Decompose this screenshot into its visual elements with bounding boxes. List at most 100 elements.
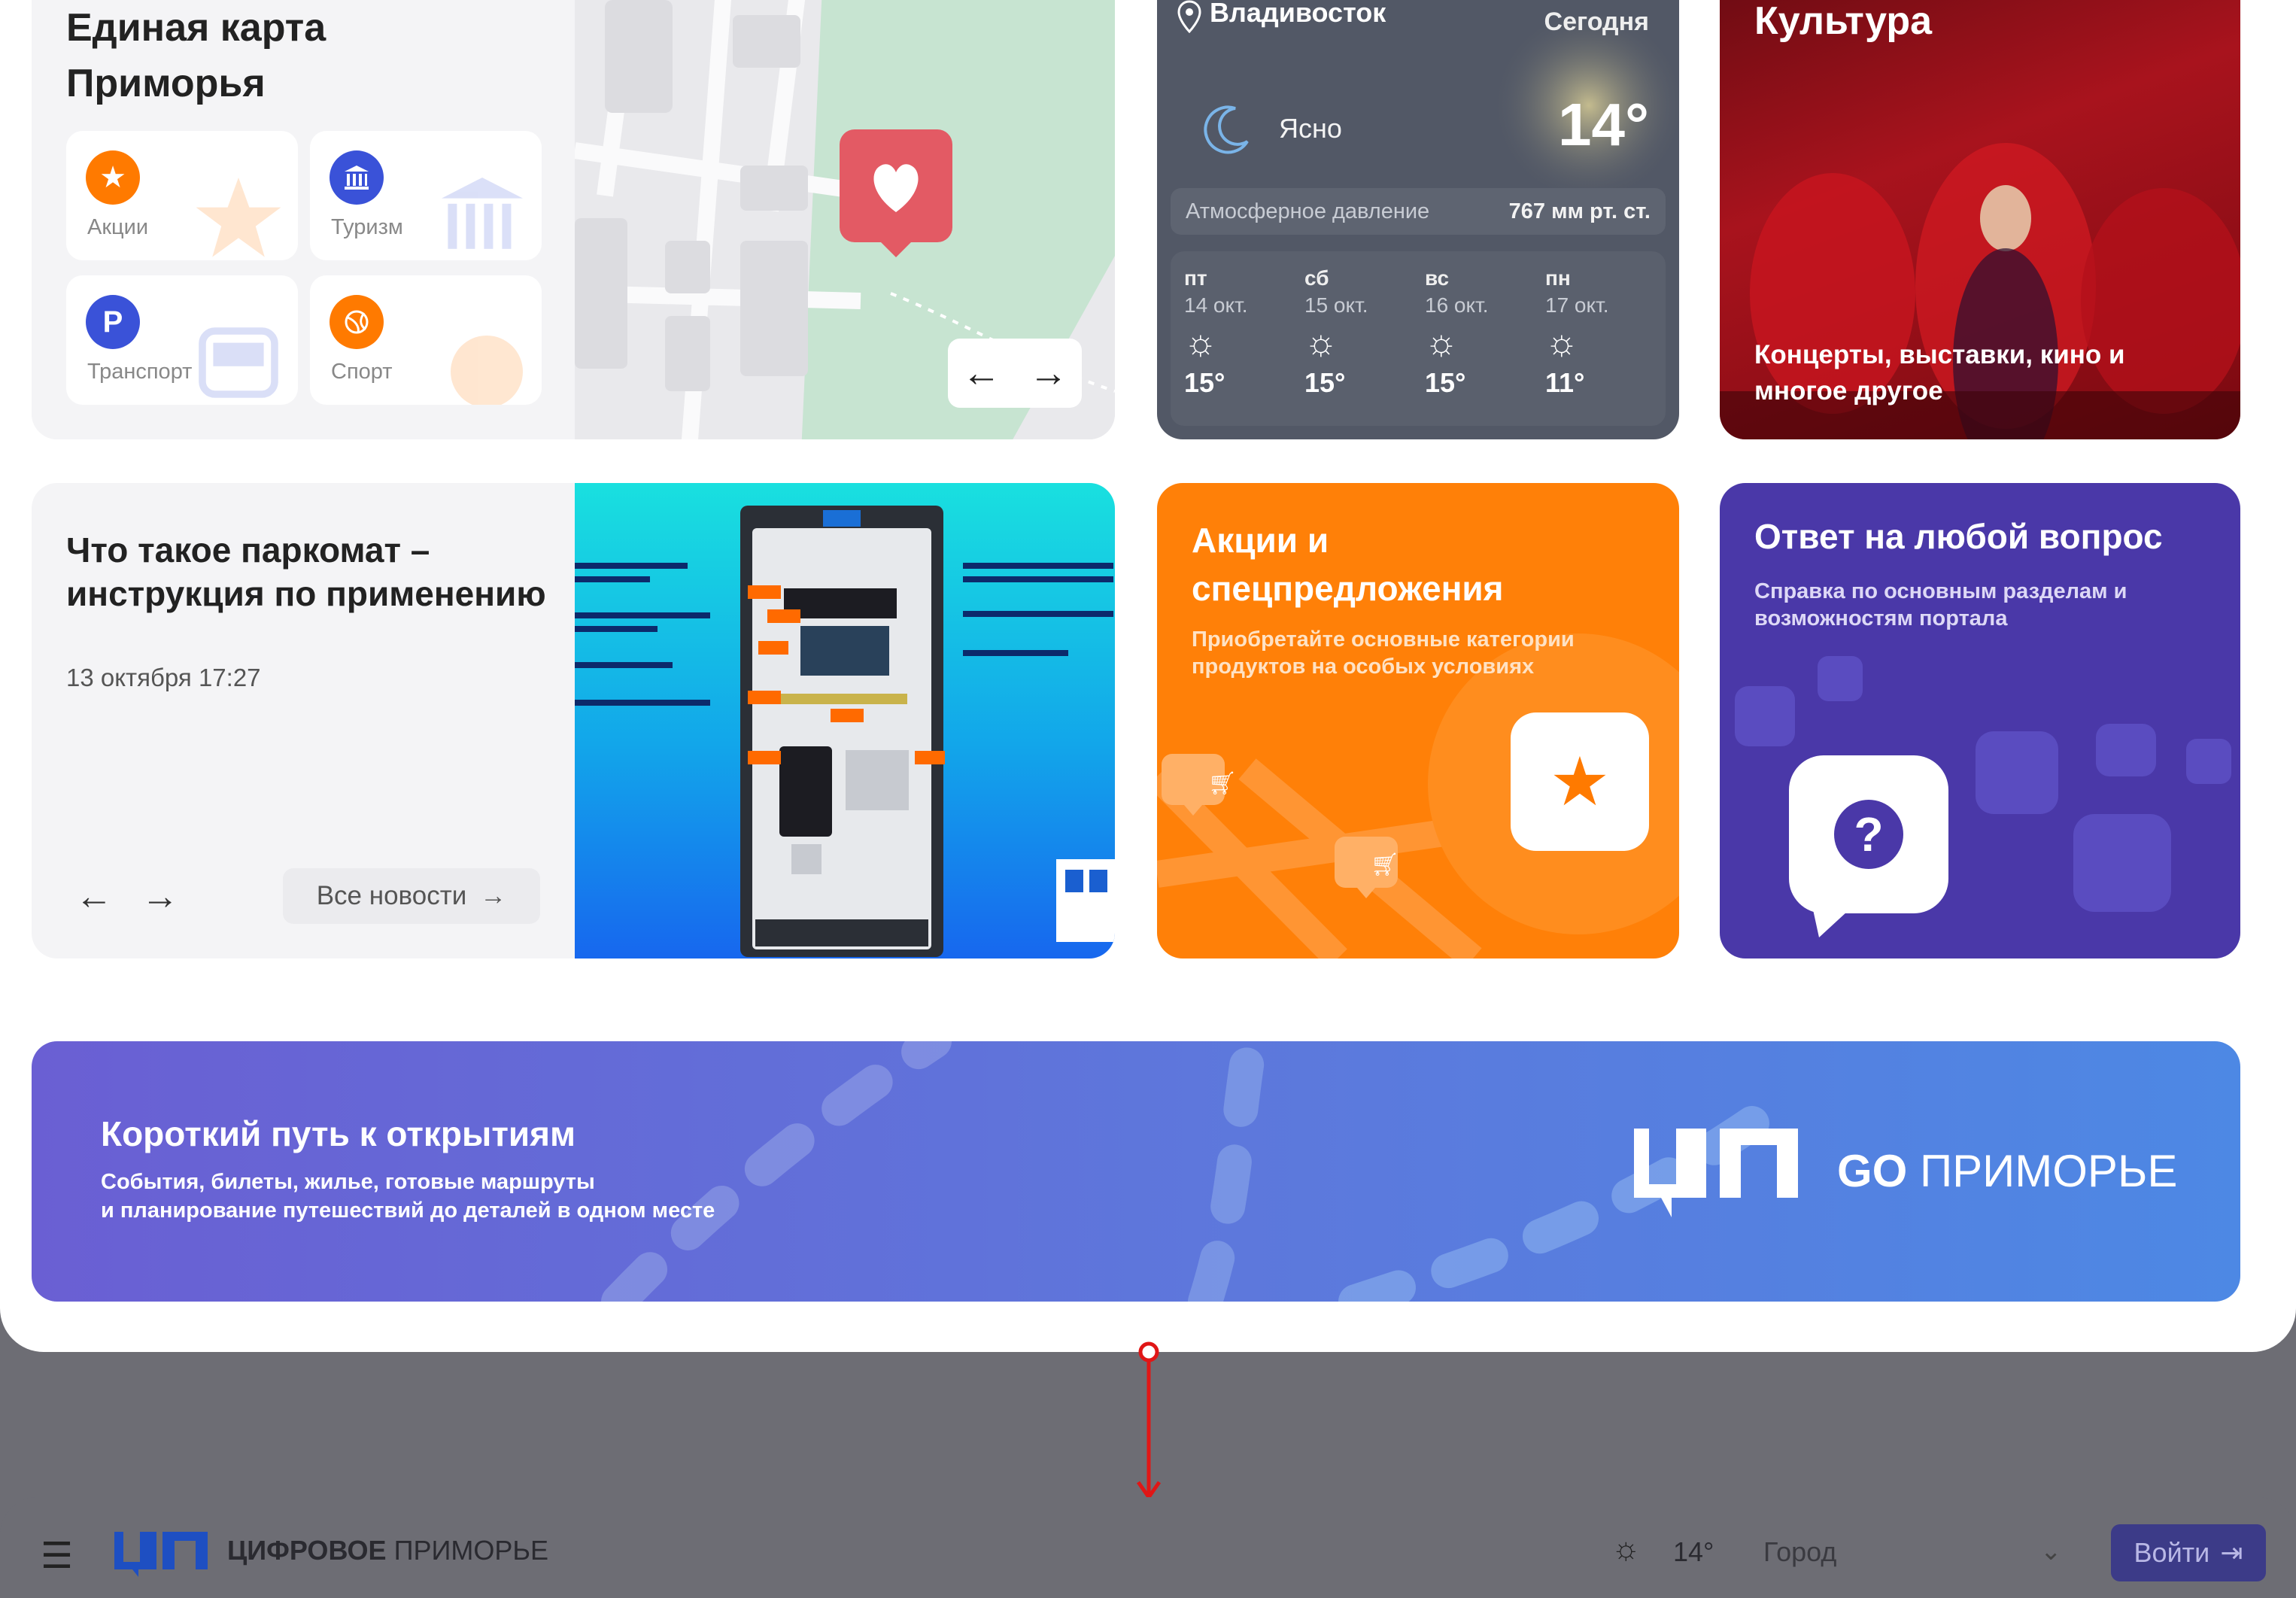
city-select[interactable]: Город <box>1763 1536 1836 1568</box>
brand-name[interactable]: ЦИФРОВОЕ ПРИМОРЬЕ <box>227 1535 548 1566</box>
map-title-line2: Приморья <box>66 62 266 105</box>
news-card[interactable]: Что такое паркомат – инструкция по приме… <box>32 483 1115 958</box>
forecast-temp: 11° <box>1545 367 1585 398</box>
faq-title: Ответ на любой вопрос <box>1754 517 2163 556</box>
cart-icon: 🛒︎ <box>1208 771 1238 796</box>
forecast-date: 17 окт. <box>1545 293 1609 317</box>
tile-label: Туризм <box>331 215 403 239</box>
banner-title: Короткий путь к открытиям <box>101 1114 576 1153</box>
map-title-line1: Единая карта <box>66 6 326 50</box>
faq-card[interactable]: Ответ на любой вопрос Справка по основны… <box>1720 483 2240 958</box>
sun-icon: ☼ <box>1545 323 1578 363</box>
news-carousel-controls: ← → <box>75 874 179 918</box>
forecast-weekday: пн <box>1545 266 1571 290</box>
hamburger-menu-icon[interactable]: ☰ <box>41 1535 73 1577</box>
ball-icon <box>330 295 384 349</box>
sun-icon: ☼ <box>1304 323 1338 363</box>
chat-bubble-icon: ? <box>1789 755 1948 937</box>
faq-subtitle: Справка по основным разделам и возможнос… <box>1754 579 2127 630</box>
forecast-date: 15 окт. <box>1304 293 1368 317</box>
culture-title: Культура <box>1754 0 1933 43</box>
sun-icon: ☼ <box>1184 323 1217 363</box>
bus-ghost-icon <box>199 327 278 398</box>
sun-icon: ☼ <box>1425 323 1458 363</box>
go-word: GO <box>1837 1146 1908 1196</box>
promotions-card[interactable]: Акции и спецпредложения Приобретайте осн… <box>1157 483 1679 958</box>
forecast-day: сб 15 окт. ☼ 15° <box>1304 266 1417 399</box>
map-next-arrow-icon[interactable]: → <box>1029 351 1068 396</box>
pressure-row: Атмосферное давление 767 мм рт. ст. <box>1171 188 1666 235</box>
pressure-value: 767 мм рт. ст. <box>1508 199 1651 223</box>
ball-ghost-icon <box>451 336 523 405</box>
tile-label: Акции <box>87 215 149 239</box>
forecast-temp: 15° <box>1425 367 1466 398</box>
banner-subtitle-line2: и планирование путешествий до деталей в … <box>101 1198 715 1223</box>
culture-subtitle: Концерты, выставки, кино и многое другое <box>1754 340 2125 406</box>
parking-icon: P <box>86 295 140 349</box>
map-menu: Единая карта Приморья ★ Акции Туризм P Т… <box>32 0 575 439</box>
map-carousel-controls: ← → <box>948 339 1082 408</box>
sun-icon: ☼ <box>1611 1530 1641 1566</box>
weather-city[interactable]: Владивосток <box>1210 0 1386 29</box>
news-title[interactable]: Что такое паркомат – инструкция по приме… <box>66 528 548 615</box>
tile-sport[interactable]: Спорт <box>310 275 542 405</box>
content-sheet: Единая карта Приморья ★ Акции Туризм P Т… <box>0 0 2296 1352</box>
banner-subtitle-line1: События, билеты, жилье, готовые маршруты <box>101 1170 595 1194</box>
forecast-day: пн 17 окт. ☼ 11° <box>1545 266 1658 399</box>
banner-subtitle: События, билеты, жилье, готовые маршруты… <box>101 1168 853 1225</box>
site-header: ☰ ЦИФРОВОЕ ПРИМОРЬЕ ☼ 14° Город ⌄ Войти … <box>0 1497 2296 1598</box>
tile-promotions[interactable]: ★ Акции <box>66 131 298 260</box>
primorye-word: ПРИМОРЬЕ <box>1920 1146 2178 1196</box>
header-temperature: 14° <box>1673 1536 1714 1567</box>
login-button[interactable]: Войти ⇥ <box>2111 1524 2266 1581</box>
login-label: Войти <box>2134 1537 2210 1568</box>
brand-rest: ПРИМОРЬЕ <box>393 1535 548 1566</box>
promo-title: Акции и спецпредложения <box>1192 521 1504 608</box>
weather-widget[interactable]: Владивосток Сегодня Ясно 14° Атмосферное… <box>1157 0 1679 439</box>
location-pin-icon <box>1177 0 1201 33</box>
forecast-day: вс 16 окт. ☼ 15° <box>1425 266 1538 399</box>
tile-label: Спорт <box>331 360 393 384</box>
news-prev-arrow-icon[interactable]: ← <box>75 875 113 917</box>
forecast-temp: 15° <box>1304 367 1346 398</box>
tile-tourism[interactable]: Туризм <box>310 131 542 260</box>
museum-icon <box>330 150 384 205</box>
news-next-arrow-icon[interactable]: → <box>141 875 179 917</box>
star-icon: ★ <box>86 150 140 205</box>
map-prev-arrow-icon[interactable]: ← <box>962 351 1001 396</box>
go-primorye-banner[interactable]: Короткий путь к открытиям События, билет… <box>32 1041 2240 1302</box>
forecast-list: пт 14 окт. ☼ 15° сб 15 окт. ☼ 15° вс 16 … <box>1171 251 1666 426</box>
weather-today-label: Сегодня <box>1544 8 1649 36</box>
question-icon: ? <box>1834 800 1903 869</box>
news-date: 13 октября 17:27 <box>66 664 261 691</box>
pressure-label: Атмосферное давление <box>1186 199 1430 223</box>
forecast-weekday: вс <box>1425 266 1450 290</box>
login-icon: ⇥ <box>2220 1537 2243 1568</box>
annotation-arrow-icon <box>1136 1341 1162 1501</box>
news-image[interactable] <box>575 483 1115 958</box>
chevron-down-icon[interactable]: ⌄ <box>2040 1536 2062 1566</box>
forecast-weekday: сб <box>1304 266 1329 290</box>
promo-subtitle: Приобретайте основные категории продукто… <box>1192 627 1575 679</box>
forecast-date: 16 окт. <box>1425 293 1489 317</box>
moon-icon <box>1204 105 1249 154</box>
cart-icon: 🛒︎ <box>1371 852 1400 877</box>
weather-temperature: 14° <box>1558 91 1649 158</box>
culture-card[interactable]: Культура Концерты, выставки, кино и мног… <box>1720 0 2240 439</box>
forecast-temp: 15° <box>1184 367 1225 398</box>
map-card[interactable]: Единая карта Приморья ★ Акции Туризм P Т… <box>32 0 1115 439</box>
map-card-title: Единая карта Приморья <box>66 0 487 111</box>
forecast-date: 14 окт. <box>1184 293 1248 317</box>
all-news-button[interactable]: Все новости → <box>283 868 540 924</box>
brand-logo-icon[interactable] <box>113 1529 209 1577</box>
museum-ghost-icon <box>442 178 523 249</box>
heart-pin-icon[interactable] <box>840 129 952 257</box>
parking-meter-illustration <box>575 506 1115 957</box>
all-news-label: Все новости <box>316 881 467 910</box>
star-ghost-icon <box>196 178 281 257</box>
tile-transport[interactable]: P Транспорт <box>66 275 298 405</box>
star-icon: ★ <box>1511 712 1649 851</box>
brand-bold: ЦИФРОВОЕ <box>227 1535 387 1566</box>
cifrovoe-logo-icon <box>1634 1129 1798 1217</box>
weather-condition: Ясно <box>1279 113 1342 144</box>
